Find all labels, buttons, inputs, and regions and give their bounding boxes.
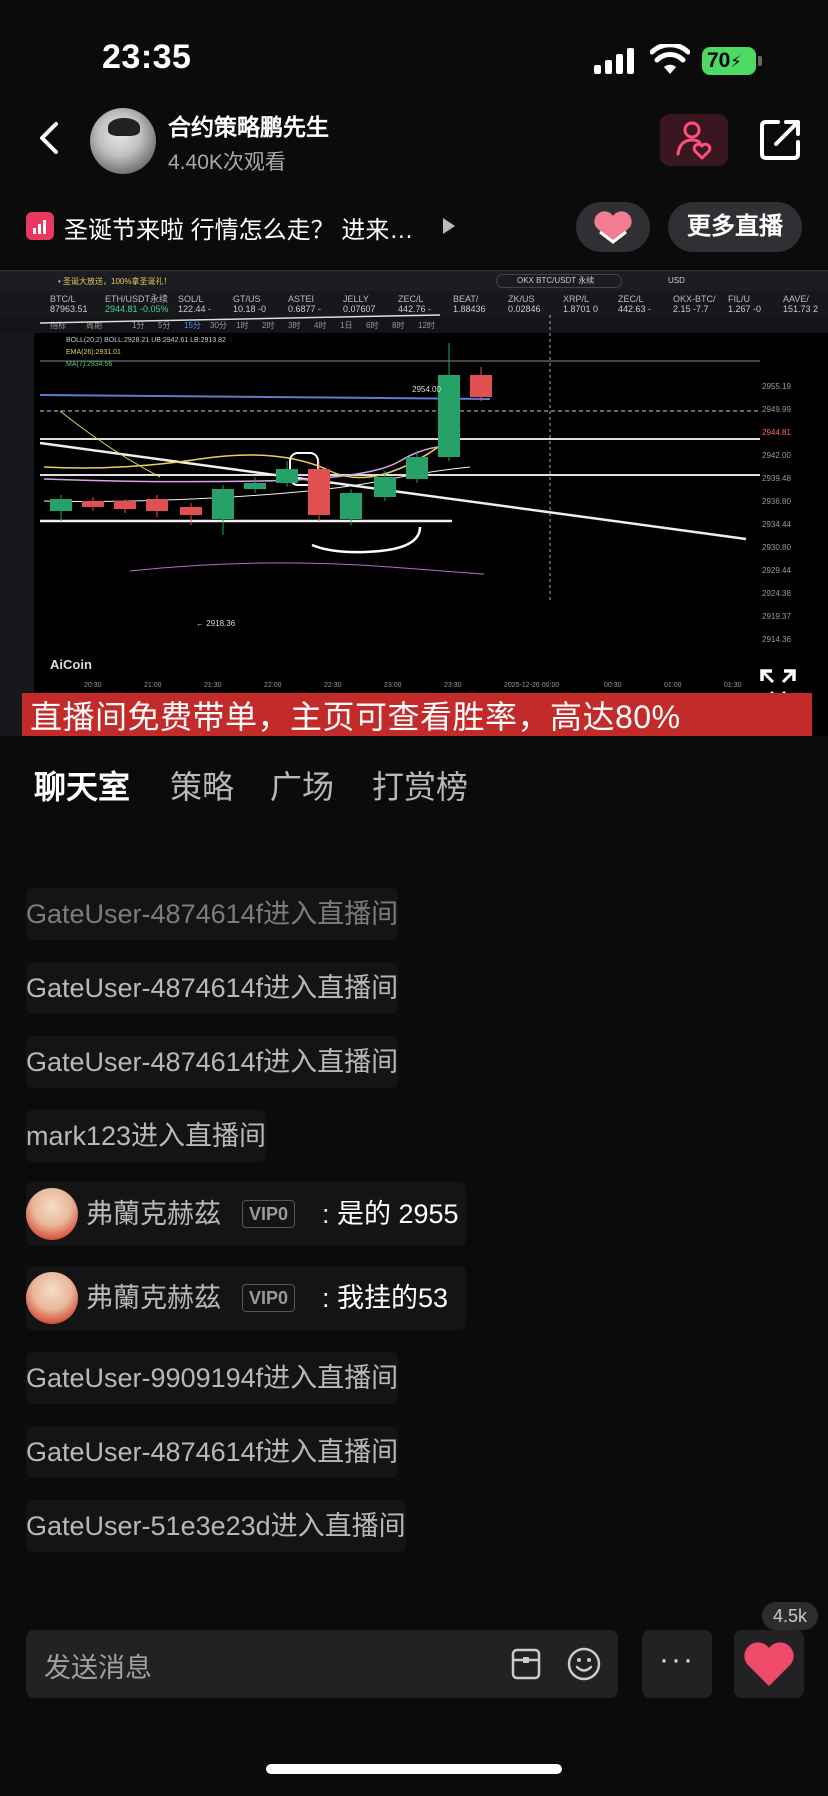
time-axis-label: 23:30 [444,682,462,689]
view-count: 4.40K次观看 [168,151,286,174]
tab-tip-ranking[interactable]: 打赏榜 [372,762,468,808]
chat-system-message: GateUser-51e3e23d进入直播间 [26,1500,406,1552]
tab-strategy[interactable]: 策略 [170,762,234,808]
follow-heart-person-icon [676,121,712,160]
candle-body [276,469,298,483]
battery-level: 70 [707,49,731,72]
time-axis-label: 00:30 [604,682,622,689]
candle-body [212,489,234,519]
time-axis-label: 20:30 [84,682,102,689]
heart-hands-icon [594,211,632,244]
battery-nub [758,56,762,66]
chat-user-message[interactable]: 弗蘭克赫茲 VIP0 : 我挂的53 [26,1266,466,1330]
user-avatar[interactable] [26,1188,78,1240]
time-axis-label: 22:00 [264,682,282,689]
battery-icon: 70⚡ [702,47,756,75]
emoji-icon[interactable] [564,1644,604,1684]
heart-icon [744,1642,794,1686]
live-header: 合约策略鹏先生 4.40K次观看 [0,100,828,200]
vip-badge: VIP0 [242,1200,296,1228]
price-axis-label: 2930.80 [762,543,791,552]
play-triangle-icon[interactable] [443,218,455,234]
candle-body [470,375,492,397]
vip-badge: VIP0 [242,1284,296,1312]
chat-message-text: : 是的 2955 [322,1199,459,1229]
tab-chatroom[interactable]: 聊天室 [34,762,130,808]
boll-indicator: BOLL(20,2) BOLL:2928.21 UB:2942.61 LB:29… [66,337,226,344]
time-axis-label: 01:00 [664,682,682,689]
candle-body [340,493,362,519]
tab-square[interactable]: 广场 [270,762,334,808]
chat-user-message[interactable]: 弗蘭克赫茲 VIP0 : 是的 2955 [26,1182,466,1246]
ma-indicator: MA(7):2934.56 [66,361,113,368]
back-arrow-icon[interactable] [30,118,70,158]
chart-high-label: 2954.00 [412,385,441,394]
message-placeholder: 发送消息 [44,1653,152,1683]
candle-body [244,483,266,489]
aicoin-watermark: AiCoin [50,657,92,672]
more-live-button[interactable]: 更多直播 [668,202,802,252]
candle-body [374,477,396,497]
price-axis-label: 2919.37 [762,612,791,621]
time-axis-label: 21:00 [144,682,162,689]
room-tabs: 聊天室 策略 广场 打赏榜 [0,756,828,816]
time-axis-label: 01:30 [724,682,742,689]
status-time: 23:35 [102,38,192,76]
live-video-player[interactable]: • 圣诞大放送，100%拿圣诞礼！ OKX BTC/USDT 永续 USD BT… [0,270,828,736]
cellular-signal-icon [594,48,636,74]
candle-body [438,375,460,457]
price-axis-label: 2949.99 [762,405,791,414]
home-indicator [266,1764,562,1774]
more-options-button[interactable]: ··· [642,1630,712,1698]
candle-body [146,499,168,511]
time-axis-label: 21:30 [204,682,222,689]
bottom-input-bar: 发送消息 ··· [0,1630,828,1700]
user-avatar[interactable] [26,1272,78,1324]
candle-body [50,499,72,511]
chat-username[interactable]: 弗蘭克赫茲 [86,1182,221,1246]
price-axis-label: 2955.19 [762,382,791,391]
price-axis-label: 2939.48 [762,474,791,483]
candle-body [406,457,428,479]
time-axis-label: 23:00 [384,682,402,689]
status-bar: 23:35 70⚡ [0,0,828,100]
candle-body [180,507,202,515]
like-count: 4.5k [762,1602,818,1630]
follow-button[interactable] [660,114,728,166]
chart-low-label: ← 2918.36 [196,619,236,628]
chat-system-message: mark123进入直播间 [26,1110,267,1162]
share-icon[interactable] [758,116,804,162]
price-axis-label: 2942.00 [762,451,791,460]
like-button[interactable] [734,1630,804,1698]
candle-body [308,469,330,515]
chat-system-message: GateUser-4874614f进入直播间 [26,888,399,940]
announcement-text[interactable]: 圣诞节来啦 行情怎么走？ 进来… [64,210,413,245]
chat-system-message: GateUser-9909194f进入直播间 [26,1352,399,1404]
candle-body [114,501,136,509]
price-axis-label: 2934.44 [762,520,791,529]
chart-bars-icon [26,212,54,240]
chat-message-text: : 我挂的53 [322,1283,449,1313]
price-axis-label: 2929.44 [762,566,791,575]
chat-system-message: GateUser-4874614f进入直播间 [26,1036,399,1088]
time-axis-label: 2025-12-26 00:00 [504,682,559,689]
message-input[interactable]: 发送消息 [26,1630,618,1698]
price-axis-label: 2914.36 [762,635,791,644]
gift-heart-button[interactable] [576,202,650,252]
ema-indicator: EMA(26):2931.01 [66,349,121,356]
host-avatar[interactable] [90,108,156,174]
wifi-icon [650,44,690,74]
announcement-row[interactable]: 圣诞节来啦 行情怎么走？ 进来… 更多直播 [0,202,828,252]
price-axis-label: 2936.80 [762,497,791,506]
video-caption: 直播间免费带单，主页可查看胜率，高达80% [30,699,681,735]
candle-body [82,501,104,507]
host-name[interactable]: 合约策略鹏先生 [168,108,329,142]
chat-system-message: GateUser-4874614f进入直播间 [26,1426,399,1478]
price-axis-label: 2944.81 [762,428,791,437]
chat-system-message: GateUser-4874614f进入直播间 [26,962,399,1014]
gift-box-icon[interactable] [506,1644,546,1684]
time-axis-label: 22:30 [324,682,342,689]
price-axis-label: 2924.38 [762,589,791,598]
chat-username[interactable]: 弗蘭克赫茲 [86,1266,221,1330]
